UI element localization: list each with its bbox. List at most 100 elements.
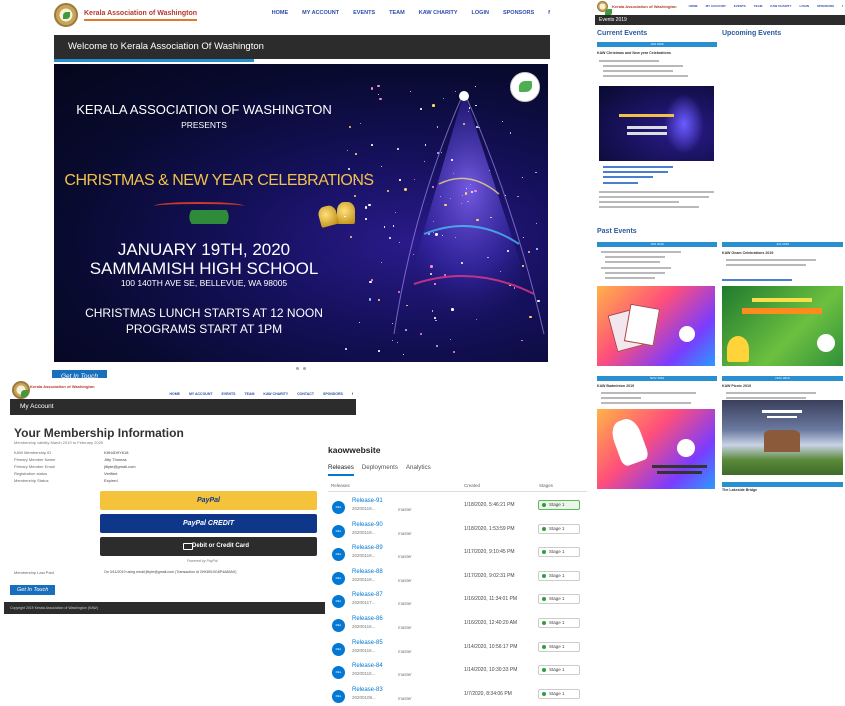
past-event-4-title[interactable]: KAW Picnic 2019	[722, 384, 751, 388]
release-stage-badge[interactable]: Stage 1	[538, 665, 580, 676]
sparkle	[419, 333, 422, 336]
release-row[interactable]: REL Release-84 20200115... master 1/14/2020,…	[325, 659, 590, 682]
release-row[interactable]: REL Release-91 20200119... master 1/18/2020,…	[325, 494, 590, 517]
release-date: 1/14/2020, 10:56:17 PM	[464, 643, 518, 650]
release-name[interactable]: Release-91	[352, 498, 383, 504]
events-menu-item-2[interactable]: EVENTS	[734, 4, 746, 8]
tab-deployments[interactable]: Deployments	[362, 464, 398, 476]
menu-item-2[interactable]: EVENTS	[353, 10, 375, 16]
kaw-logo-small[interactable]	[597, 1, 612, 16]
kaw-logo[interactable]	[54, 3, 78, 27]
release-branch: master	[398, 695, 412, 701]
account-menu-item-2[interactable]: EVENTS	[221, 392, 235, 396]
release-stage-badge[interactable]: Stage 1	[538, 523, 580, 534]
current-event-poster[interactable]	[599, 86, 714, 161]
release-branch: master	[398, 554, 412, 560]
sparkle	[379, 97, 382, 100]
release-name[interactable]: Release-84	[352, 663, 383, 669]
release-stage-badge[interactable]: Stage 1	[538, 594, 580, 605]
account-menu-item-0[interactable]: HOME	[169, 392, 180, 396]
release-name[interactable]: Release-86	[352, 616, 383, 622]
release-name[interactable]: Release-87	[352, 592, 383, 598]
sparkle	[344, 348, 347, 351]
menu-item-5[interactable]: LOGIN	[472, 10, 489, 16]
release-row[interactable]: REL Release-83 20200108... master 1/7/2020, …	[325, 683, 590, 706]
account-menu-item-4[interactable]: KAW CHARITY	[263, 392, 288, 396]
past-event-5-title[interactable]: The Lakeside Bridge	[722, 488, 757, 492]
release-build: 20200115...	[352, 671, 376, 677]
events-menu-item-4[interactable]: KAW CHARITY	[770, 4, 791, 8]
release-name[interactable]: Release-90	[352, 522, 383, 528]
past-event-1-poster[interactable]	[597, 286, 715, 366]
release-row[interactable]: REL Release-88 20200118... master 1/17/2020,…	[325, 565, 590, 588]
current-event-title[interactable]: KAW Christmas and New year Celebrations	[597, 51, 671, 55]
menu-item-1[interactable]: MY ACCOUNT	[302, 10, 339, 16]
past-event-2-title[interactable]: KAW Onam Celebrations 2019	[722, 251, 773, 255]
member-row-label-3: Registration status	[14, 471, 48, 476]
release-row[interactable]: REL Release-86 20200116... master 1/16/2020,…	[325, 612, 590, 635]
past-event-3-title[interactable]: KAW Badminton 2019	[597, 384, 634, 388]
release-stage-badge[interactable]: Stage 1	[538, 547, 580, 558]
sparkle	[475, 125, 478, 128]
sparkle	[399, 179, 401, 181]
sparkle	[423, 160, 425, 162]
sparkle	[451, 159, 453, 161]
get-in-touch-footer-tab[interactable]: Get In Touch	[10, 585, 56, 595]
sparkle	[378, 350, 380, 352]
release-row[interactable]: REL Release-87 20200117... master 1/16/2020,…	[325, 588, 590, 611]
release-name[interactable]: Release-88	[352, 569, 383, 575]
debit-credit-card-button[interactable]: Debit or Credit Card	[100, 537, 317, 556]
release-stage-badge[interactable]: Stage 1	[538, 641, 580, 652]
release-name[interactable]: Release-85	[352, 640, 383, 646]
account-menu-item-6[interactable]: SPONSORS	[323, 392, 343, 396]
release-stage-badge[interactable]: Stage 1	[538, 500, 580, 510]
release-row[interactable]: REL Release-85 20200115... master 1/14/2020,…	[325, 636, 590, 659]
release-date: 1/17/2020, 9:10:45 PM	[464, 549, 515, 556]
release-icon: REL	[332, 548, 345, 562]
account-menu-item-1[interactable]: MY ACCOUNT	[189, 392, 213, 396]
account-menu-item-3[interactable]: TEAM	[245, 392, 255, 396]
menu-item-4[interactable]: KAW CHARITY	[419, 10, 458, 16]
release-date: 1/14/2020, 10:30:33 PM	[464, 667, 518, 674]
events-menu-item-7[interactable]: f	[842, 4, 843, 8]
menu-item-6[interactable]: SPONSORS	[503, 10, 534, 16]
menu-item-3[interactable]: TEAM	[389, 10, 405, 16]
sparkle	[366, 172, 368, 174]
sparkle	[433, 317, 436, 319]
tab-analytics[interactable]: Analytics	[406, 464, 431, 476]
sparkle	[490, 216, 492, 219]
poster-program-time: PROGRAMS START AT 1PM	[125, 322, 283, 336]
past-event-4-poster[interactable]	[722, 400, 843, 475]
account-menu-item-5[interactable]: CONTACT	[297, 392, 314, 396]
events-menu-item-0[interactable]: HOME	[689, 4, 698, 8]
release-stage-badge[interactable]: Stage 1	[538, 570, 580, 581]
release-stage-badge[interactable]: Stage 1	[538, 618, 580, 628]
menu-item-0[interactable]: HOME	[272, 10, 289, 16]
events-menu-item-5[interactable]: LOGIN	[799, 4, 809, 8]
release-row[interactable]: REL Release-90 20200119... master 1/18/2020,…	[325, 518, 590, 541]
past-event-3-poster[interactable]	[597, 409, 715, 489]
events-menu-item-6[interactable]: SPONSORS	[817, 4, 834, 8]
sparkle	[432, 104, 435, 107]
tab-releases[interactable]: Releases	[328, 464, 354, 476]
paypal-button[interactable]: PayPal	[100, 491, 317, 510]
sparkle	[474, 189, 477, 192]
menu-item-7[interactable]: f	[548, 10, 550, 16]
release-name[interactable]: Release-83	[352, 687, 383, 693]
release-branch: master	[398, 507, 412, 512]
sparkle	[380, 261, 382, 263]
past-event-2-poster[interactable]	[722, 286, 843, 366]
sparkle	[431, 185, 434, 188]
release-date: 1/17/2020, 9:02:31 PM	[464, 572, 515, 579]
events-org-title: Kerala Association of Washington	[612, 4, 677, 9]
events-menu-item-1[interactable]: MY ACCOUNT	[706, 4, 726, 8]
release-stage-badge[interactable]: Stage 1	[538, 688, 580, 699]
kaw-logo-account[interactable]	[12, 381, 30, 399]
last-paid-value: On 3/11/2019 using email jittyte@gmail.c…	[104, 570, 237, 574]
account-menu-item-7[interactable]: f	[352, 392, 353, 396]
release-row[interactable]: REL Release-89 20200118... master 1/17/2020,…	[325, 541, 590, 564]
events-menu-item-3[interactable]: TEAM	[754, 4, 763, 8]
release-name[interactable]: Release-89	[352, 545, 383, 551]
current-events-heading: Current Events	[597, 30, 648, 37]
paypal-credit-button[interactable]: PayPal CREDIT	[100, 514, 317, 533]
